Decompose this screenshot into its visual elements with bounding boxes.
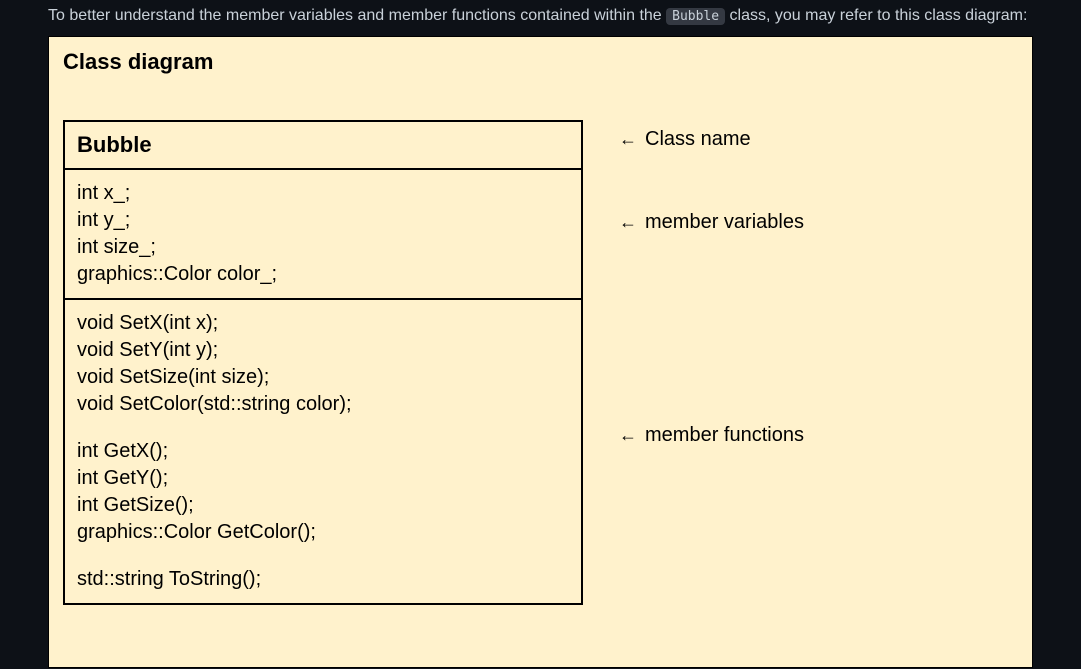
annotation-label: member variables xyxy=(645,211,804,234)
arrow-left-icon: ← xyxy=(619,129,637,150)
annotation-label: member functions xyxy=(645,424,804,447)
intro-prefix: To better understand the member variable… xyxy=(48,7,666,24)
annotation-classname: ← Class name xyxy=(619,128,804,151)
uml-functions-section: void SetX(int x); void SetY(int y); void… xyxy=(65,300,581,603)
arrow-left-icon: ← xyxy=(619,425,637,446)
uml-classname: Bubble xyxy=(77,132,569,158)
annotation-label: Class name xyxy=(645,128,751,151)
diagram-title: Class diagram xyxy=(63,49,1018,75)
uml-variables-section: int x_; int y_; int size_; graphics::Col… xyxy=(65,170,581,300)
uml-function: graphics::Color GetColor(); xyxy=(77,519,569,546)
uml-variable: int size_; xyxy=(77,234,569,261)
intro-text: To better understand the member variable… xyxy=(0,0,1081,36)
intro-suffix: class, you may refer to this class diagr… xyxy=(730,7,1028,24)
uml-classname-section: Bubble xyxy=(65,122,581,170)
annotation-member-functions: ← member functions xyxy=(619,424,804,447)
annotation-member-variables: ← member variables xyxy=(619,211,804,234)
uml-function: int GetY(); xyxy=(77,465,569,492)
uml-function: void SetY(int y); xyxy=(77,337,569,364)
annotations: ← Class name ← member variables ← member… xyxy=(583,120,804,447)
inline-code-bubble: Bubble xyxy=(666,8,725,25)
class-diagram-box: Class diagram Bubble int x_; int y_; int… xyxy=(48,36,1033,668)
uml-function: void SetSize(int size); xyxy=(77,364,569,391)
diagram-content: Bubble int x_; int y_; int size_; graphi… xyxy=(63,120,1018,605)
uml-function: std::string ToString(); xyxy=(77,566,569,593)
arrow-left-icon: ← xyxy=(619,212,637,233)
uml-variable: int y_; xyxy=(77,207,569,234)
uml-variable: graphics::Color color_; xyxy=(77,261,569,288)
spacer xyxy=(77,418,569,438)
uml-variable: int x_; xyxy=(77,180,569,207)
spacer xyxy=(77,546,569,566)
uml-function: int GetX(); xyxy=(77,438,569,465)
uml-function: int GetSize(); xyxy=(77,492,569,519)
uml-function: void SetColor(std::string color); xyxy=(77,391,569,418)
uml-box: Bubble int x_; int y_; int size_; graphi… xyxy=(63,120,583,605)
uml-function: void SetX(int x); xyxy=(77,310,569,337)
